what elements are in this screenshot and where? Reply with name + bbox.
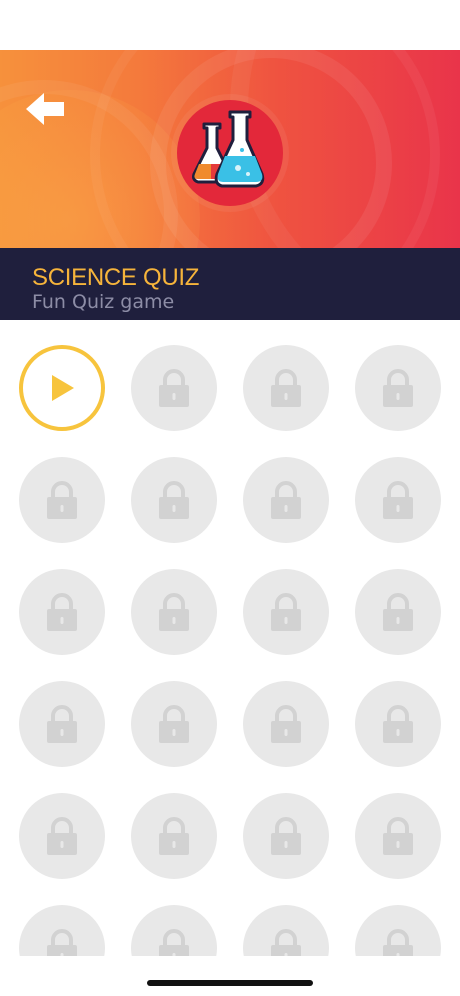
page-title: SCIENCE QUIZ [32, 264, 200, 291]
lock-icon [159, 369, 189, 407]
play-icon [52, 375, 74, 401]
lock-icon [271, 705, 301, 743]
level-button-locked[interactable] [19, 905, 105, 956]
lock-icon [159, 481, 189, 519]
level-button-locked[interactable] [19, 793, 105, 879]
level-button-locked[interactable] [131, 457, 217, 543]
lock-icon [159, 593, 189, 631]
level-button-locked[interactable] [243, 457, 329, 543]
lock-icon [383, 705, 413, 743]
back-arrow-icon [26, 93, 64, 125]
lock-icon [47, 705, 77, 743]
level-button-locked[interactable] [355, 457, 441, 543]
lock-icon [383, 481, 413, 519]
level-button-unlocked[interactable] [19, 345, 105, 431]
level-button-locked[interactable] [243, 569, 329, 655]
lock-icon [271, 929, 301, 956]
lock-icon [383, 929, 413, 956]
lock-icon [47, 817, 77, 855]
level-button-locked[interactable] [19, 457, 105, 543]
lock-icon [47, 593, 77, 631]
level-button-locked[interactable] [243, 345, 329, 431]
back-button[interactable] [22, 88, 68, 130]
lock-icon [271, 481, 301, 519]
status-bar [0, 0, 460, 50]
level-button-locked[interactable] [243, 681, 329, 767]
level-button-locked[interactable] [355, 569, 441, 655]
level-button-locked[interactable] [243, 905, 329, 956]
level-button-locked[interactable] [131, 793, 217, 879]
level-button-locked[interactable] [131, 905, 217, 956]
level-button-locked[interactable] [243, 793, 329, 879]
lock-icon [47, 929, 77, 956]
level-button-locked[interactable] [19, 569, 105, 655]
level-button-locked[interactable] [131, 681, 217, 767]
level-grid [19, 345, 441, 956]
science-flasks-icon [192, 110, 265, 188]
home-indicator [147, 980, 313, 986]
page-subtitle: Fun Quiz game [32, 291, 175, 313]
lock-icon [159, 817, 189, 855]
lock-icon [271, 593, 301, 631]
level-button-locked[interactable] [131, 569, 217, 655]
lock-icon [159, 705, 189, 743]
lock-icon [159, 929, 189, 956]
level-button-locked[interactable] [131, 345, 217, 431]
level-button-locked[interactable] [355, 681, 441, 767]
lock-icon [383, 817, 413, 855]
level-button-locked[interactable] [19, 681, 105, 767]
lock-icon [383, 593, 413, 631]
science-emblem [177, 100, 283, 206]
level-button-locked[interactable] [355, 793, 441, 879]
lock-icon [271, 817, 301, 855]
level-button-locked[interactable] [355, 905, 441, 956]
level-button-locked[interactable] [355, 345, 441, 431]
lock-icon [271, 369, 301, 407]
lock-icon [383, 369, 413, 407]
lock-icon [47, 481, 77, 519]
